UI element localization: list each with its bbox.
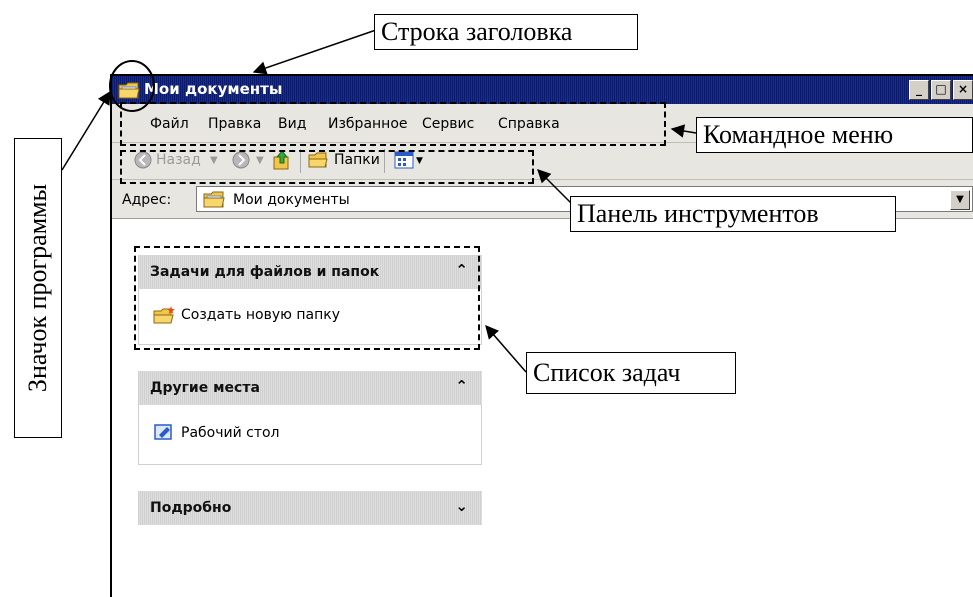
program-icon-callout: Значок программы <box>14 138 62 438</box>
program-icon-callout-text: Значок программы <box>23 183 52 393</box>
toolbar-callout: Панель инструментов <box>570 196 896 232</box>
command-menu-callout: Командное меню <box>696 117 973 153</box>
title-bar-callout: Строка заголовка <box>374 14 638 50</box>
task-list-callout: Список задач <box>526 352 736 394</box>
annotation-arrows <box>61 29 697 373</box>
